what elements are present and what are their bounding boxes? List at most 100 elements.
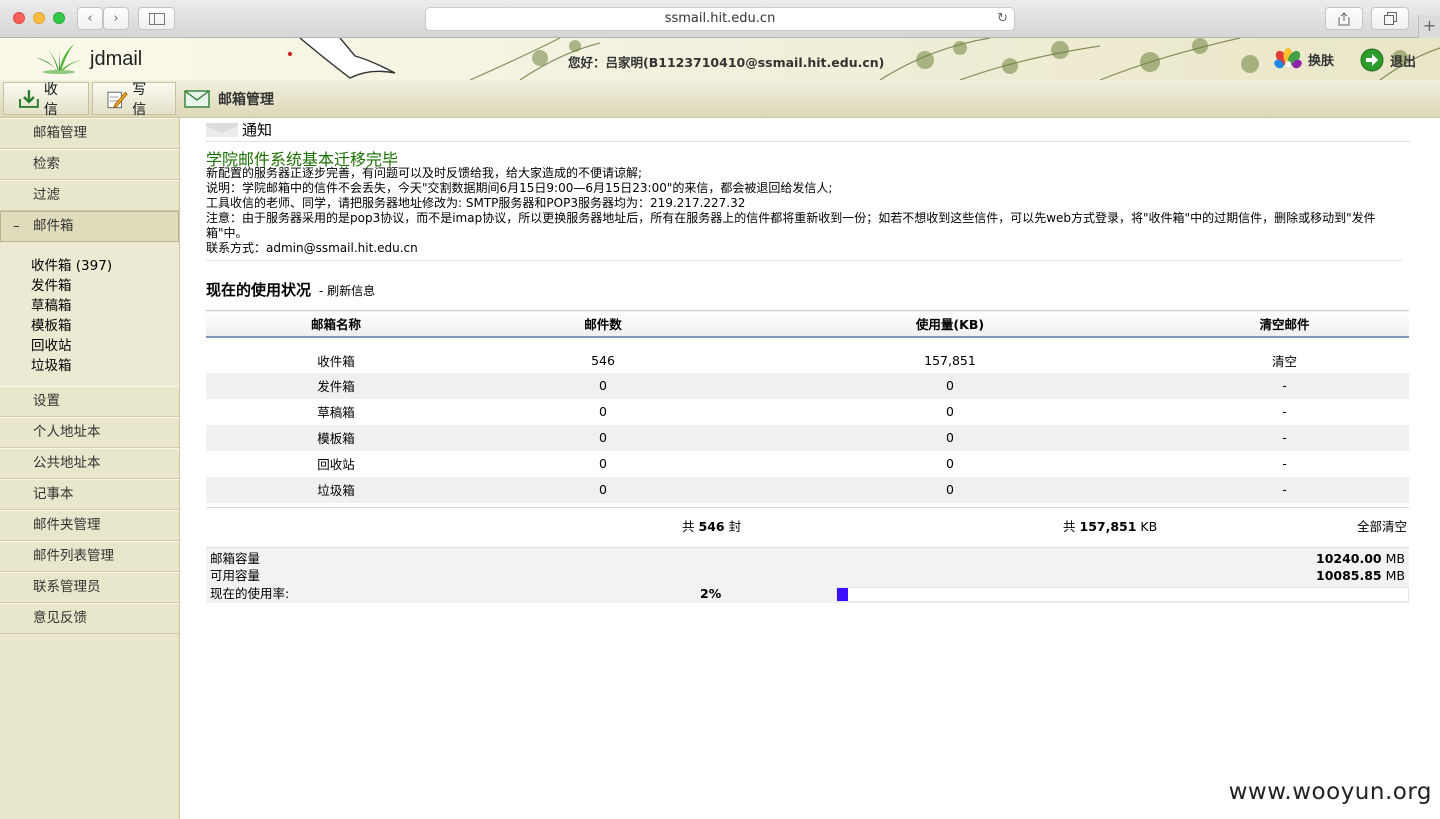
table-row: 回收站 0 0 - (206, 451, 1409, 477)
capacity-panel: 邮箱容量 10240.00 MB 可用容量 10085.85 MB 现在的使用率… (206, 546, 1409, 603)
sidebar-item-mailboxes-label: 邮件箱 (33, 218, 74, 234)
column-header: 邮件数 (466, 310, 740, 338)
table-cell-clear: - (1282, 404, 1287, 419)
sidebar-item-maillist-manage[interactable]: 邮件列表管理 (0, 541, 179, 572)
chevron-left-icon: ‹ (87, 11, 93, 26)
zoom-window-button[interactable] (53, 12, 65, 24)
notice-line: 工具收信的老师、同学，请把服务器地址修改为: SMTP服务器和POP3服务器均为… (206, 196, 746, 210)
mailbox-drafts[interactable]: 草稿箱 (31, 296, 179, 316)
jdmail-logo: jdmail (36, 44, 142, 74)
column-header: 清空邮件 (1160, 310, 1409, 338)
total-count-value: 546 (698, 518, 725, 534)
user-greeting: 您好：吕家明(B1123710410@ssmail.hit.edu.cn) (568, 55, 885, 70)
total-count-prefix: 共 (682, 518, 695, 534)
table-row: 垃圾箱 0 0 - (206, 476, 1409, 503)
share-icon (1338, 11, 1350, 25)
notice-line: 注意：由于服务器采用的是pop3协议，而不是imap协议，所以更换服务器地址后，… (206, 211, 1376, 240)
share-button[interactable] (1325, 7, 1363, 30)
watermark: www.wooyun.org (1228, 779, 1432, 805)
table-cell-name: 回收站 (317, 457, 355, 472)
sidebar-item-mailbox-manage[interactable]: 邮箱管理 (0, 118, 179, 149)
usage-progress-bar (836, 586, 1409, 602)
table-cell-size: 0 (740, 476, 1160, 503)
receive-mail-button[interactable]: 收 信 (3, 82, 89, 118)
sidebar-item-settings[interactable]: 设置 (0, 386, 179, 417)
column-header: 使用量(KB) (740, 310, 1160, 338)
mailbox-sent[interactable]: 发件箱 (31, 276, 179, 296)
refresh-info-link[interactable]: - 刷新信息 (319, 282, 375, 299)
table-cell-name: 发件箱 (206, 372, 466, 399)
clear-all-link[interactable]: 全部清空 (1357, 516, 1407, 535)
table-cell-count: 0 (466, 476, 740, 503)
logout-arrow-icon (1360, 48, 1384, 72)
compose-mail-button[interactable]: 写 信 (92, 82, 176, 118)
sidebar-item-folder-manage[interactable]: 邮件夹管理 (0, 510, 179, 541)
usage-title: 现在的使用状况 (206, 281, 312, 299)
address-bar[interactable]: ssmail.hit.edu.cn ↻ (425, 7, 1015, 31)
sidebar-item-notepad[interactable]: 记事本 (0, 479, 179, 510)
reload-icon[interactable]: ↻ (997, 8, 1008, 30)
notice-line: 联系方式：admin@ssmail.hit.edu.cn (206, 241, 418, 255)
forward-button[interactable]: › (103, 7, 129, 30)
sidebar-item-contact-admin[interactable]: 联系管理员 (0, 572, 179, 603)
tabs-button[interactable] (1371, 7, 1409, 30)
notice-label: 通知 (242, 121, 273, 139)
table-cell-name: 垃圾箱 (206, 476, 466, 503)
logout-label: 退出 (1390, 54, 1417, 70)
sidebar-item-feedback[interactable]: 意见反馈 (0, 603, 179, 634)
mailbox-templates[interactable]: 模板箱 (31, 316, 179, 336)
mailbox-list: 收件箱 (397) 发件箱 草稿箱 模板箱 回收站 垃圾箱 (0, 242, 179, 386)
mailbox-trash[interactable]: 回收站 (31, 336, 179, 356)
url-text: ssmail.hit.edu.cn (664, 11, 776, 26)
notice-title: 学院邮件系统基本迁移完毕 (206, 150, 399, 169)
mailbox-spam[interactable]: 垃圾箱 (31, 356, 179, 376)
collapse-minus-icon: – (13, 218, 20, 234)
usage-table: 邮箱名称 邮件数 使用量(KB) 清空邮件 收件箱 546 157,851 清空… (206, 310, 1409, 503)
sidebar-item-filter[interactable]: 过滤 (0, 180, 179, 211)
total-size: 共 157,851 KB (1063, 516, 1157, 535)
total-size-suffix: KB (1140, 518, 1158, 534)
sidebar-item-search[interactable]: 检索 (0, 149, 179, 180)
logout-link[interactable]: 退出 (1360, 48, 1416, 72)
total-size-value: 157,851 (1079, 518, 1137, 534)
notice-body: 学院邮件系统基本迁移完毕 新配置的服务器正逐步完善，有问题可以及时反馈给我，给大… (206, 146, 1402, 261)
notice-line: 新配置的服务器正逐步完善，有问题可以及时反馈给我，给大家造成的不便请谅解; (206, 166, 643, 180)
receive-mail-label: 收 信 (43, 81, 62, 118)
table-cell-count: 0 (599, 404, 607, 419)
capacity-label: 邮箱容量 (210, 550, 261, 566)
logo-text: jdmail (90, 47, 143, 70)
close-window-button[interactable] (13, 12, 25, 24)
plus-icon: + (1422, 16, 1437, 35)
crane-crest (287, 51, 293, 57)
inbox-download-icon (18, 89, 39, 108)
capacity-number: 10240.00 (1316, 550, 1382, 566)
back-button[interactable]: ‹ (77, 7, 103, 30)
change-skin-label: 换肤 (1308, 53, 1335, 69)
table-cell-size: 0 (946, 456, 954, 471)
mailbox-inbox[interactable]: 收件箱 (397) (31, 256, 179, 276)
table-cell-count: 0 (466, 372, 740, 399)
new-tab-button[interactable]: + (1418, 15, 1440, 38)
table-row: 发件箱 0 0 - (206, 372, 1409, 399)
sidebar-item-public-addressbook[interactable]: 公共地址本 (0, 448, 179, 479)
available-unit: MB (1385, 568, 1405, 583)
minimize-window-button[interactable] (33, 12, 45, 24)
table-cell-size: 0 (740, 424, 1160, 451)
clear-inbox-link[interactable]: 清空 (1160, 337, 1409, 373)
app-header: jdmail 您好：吕家明(B1123710410@ssmail.hit.edu… (0, 38, 1440, 80)
table-cell-clear: - (1160, 424, 1409, 451)
usage-totals: 共 546 封 共 157,851 KB 全部清空 (206, 506, 1409, 537)
notice-envelope-icon (206, 122, 238, 137)
usage-header: 现在的使用状况 - 刷新信息 (206, 279, 1410, 300)
sidebar-item-personal-addressbook[interactable]: 个人地址本 (0, 417, 179, 448)
peacock-skin-icon (1274, 48, 1302, 69)
sidebar-item-mailboxes[interactable]: – 邮件箱 (0, 211, 179, 242)
browser-toolbar: ‹ › ssmail.hit.edu.cn ↻ + (0, 0, 1440, 38)
change-skin-link[interactable]: 换肤 (1274, 48, 1334, 70)
mail-toolbar: 收 信 写 信 邮箱管理 (0, 80, 1440, 118)
total-count-suffix: 封 (728, 518, 742, 534)
notice-header: 通知 (206, 118, 1410, 142)
available-label: 可用容量 (210, 568, 261, 583)
table-cell-count: 546 (591, 352, 615, 368)
sidebar-toggle-button[interactable] (138, 7, 175, 30)
